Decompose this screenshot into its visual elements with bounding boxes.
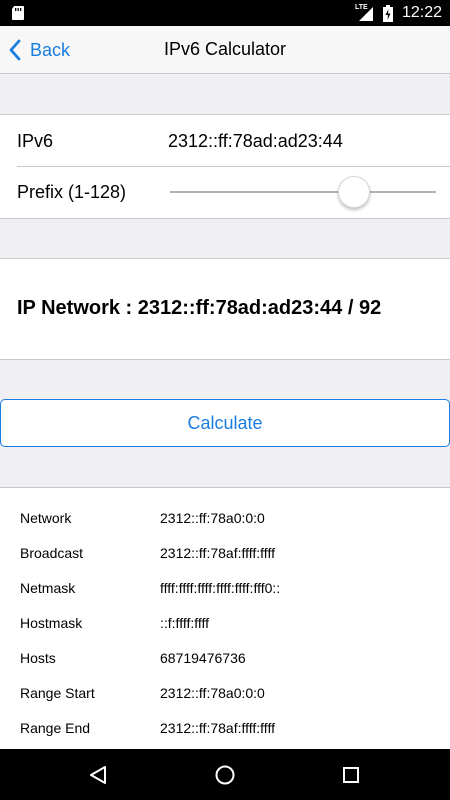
result-value: 2312::ff:78af:ffff:ffff [160,720,275,736]
result-row: Range Start 2312::ff:78a0:0:0 [0,675,450,710]
signal-icon [359,7,373,21]
result-row: Broadcast 2312::ff:78af:ffff:ffff [0,535,450,570]
prefix-row: Prefix (1-128) [0,166,450,219]
result-value: 2312::ff:78a0:0:0 [160,685,265,701]
result-value: ::f:ffff:ffff [160,615,210,631]
page-title: IPv6 Calculator [163,39,287,59]
nav-recents-icon[interactable] [339,763,363,787]
ipv6-row: IPv6 2312::ff:78ad:ad23:44 [0,114,450,166]
navigation-bar: Back IPv6 Calculator [0,26,450,74]
result-value: 2312::ff:78af:ffff:ffff [160,545,275,561]
prefix-slider[interactable] [170,176,436,208]
results-list: Network 2312::ff:78a0:0:0 Broadcast 2312::f… [0,487,450,749]
nav-home-icon[interactable] [213,763,237,787]
result-key: Hosts [20,650,56,666]
ipv6-input[interactable]: 2312::ff:78ad:ad23:44 [168,131,343,152]
result-key: Range Start [20,685,95,701]
app-root: LTE 12:22 Back IPv6 Calculator IPv6 2312… [0,0,450,800]
system-navigation-bar [0,749,450,800]
status-bar: LTE 12:22 [0,0,450,26]
slider-thumb[interactable] [337,176,370,208]
status-time: 12:22 [402,4,443,21]
nav-back-icon[interactable] [86,763,110,787]
result-row: Netmask ffff:ffff:ffff:ffff:ffff:fff0:: [0,570,450,605]
slider-track [170,191,436,193]
result-row: Hosts 68719476736 [0,640,450,675]
result-row: Hostmask::f:ffff:ffff [0,605,450,640]
prefix-label: Prefix (1-128) [17,182,127,202]
result-key: Range End [20,720,91,736]
calculate-button[interactable]: Calculate [0,399,450,447]
network-summary: IP Network : 2312::ff:78ad:ad23:44 / 92 [17,297,382,319]
result-key: Hostmask [20,615,83,631]
result-row: Network 2312::ff:78a0:0:0 [0,500,450,535]
result-key: Network [20,510,72,526]
result-value: 2312::ff:78a0:0:0 [160,510,265,526]
network-summary-row: IP Network : 2312::ff:78ad:ad23:44 / 92 [0,258,450,360]
result-key: Netmask [20,580,76,596]
sd-card-icon [12,6,24,20]
battery-icon [383,5,393,22]
result-value: 68719476736 [160,650,246,666]
result-row: Range End 2312::ff:78af:ffff:ffff [0,710,450,745]
result-key: Broadcast [20,545,84,561]
ipv6-label: IPv6 [17,131,54,151]
result-value: ffff:ffff:ffff:ffff:ffff:fff0:: [160,580,281,596]
